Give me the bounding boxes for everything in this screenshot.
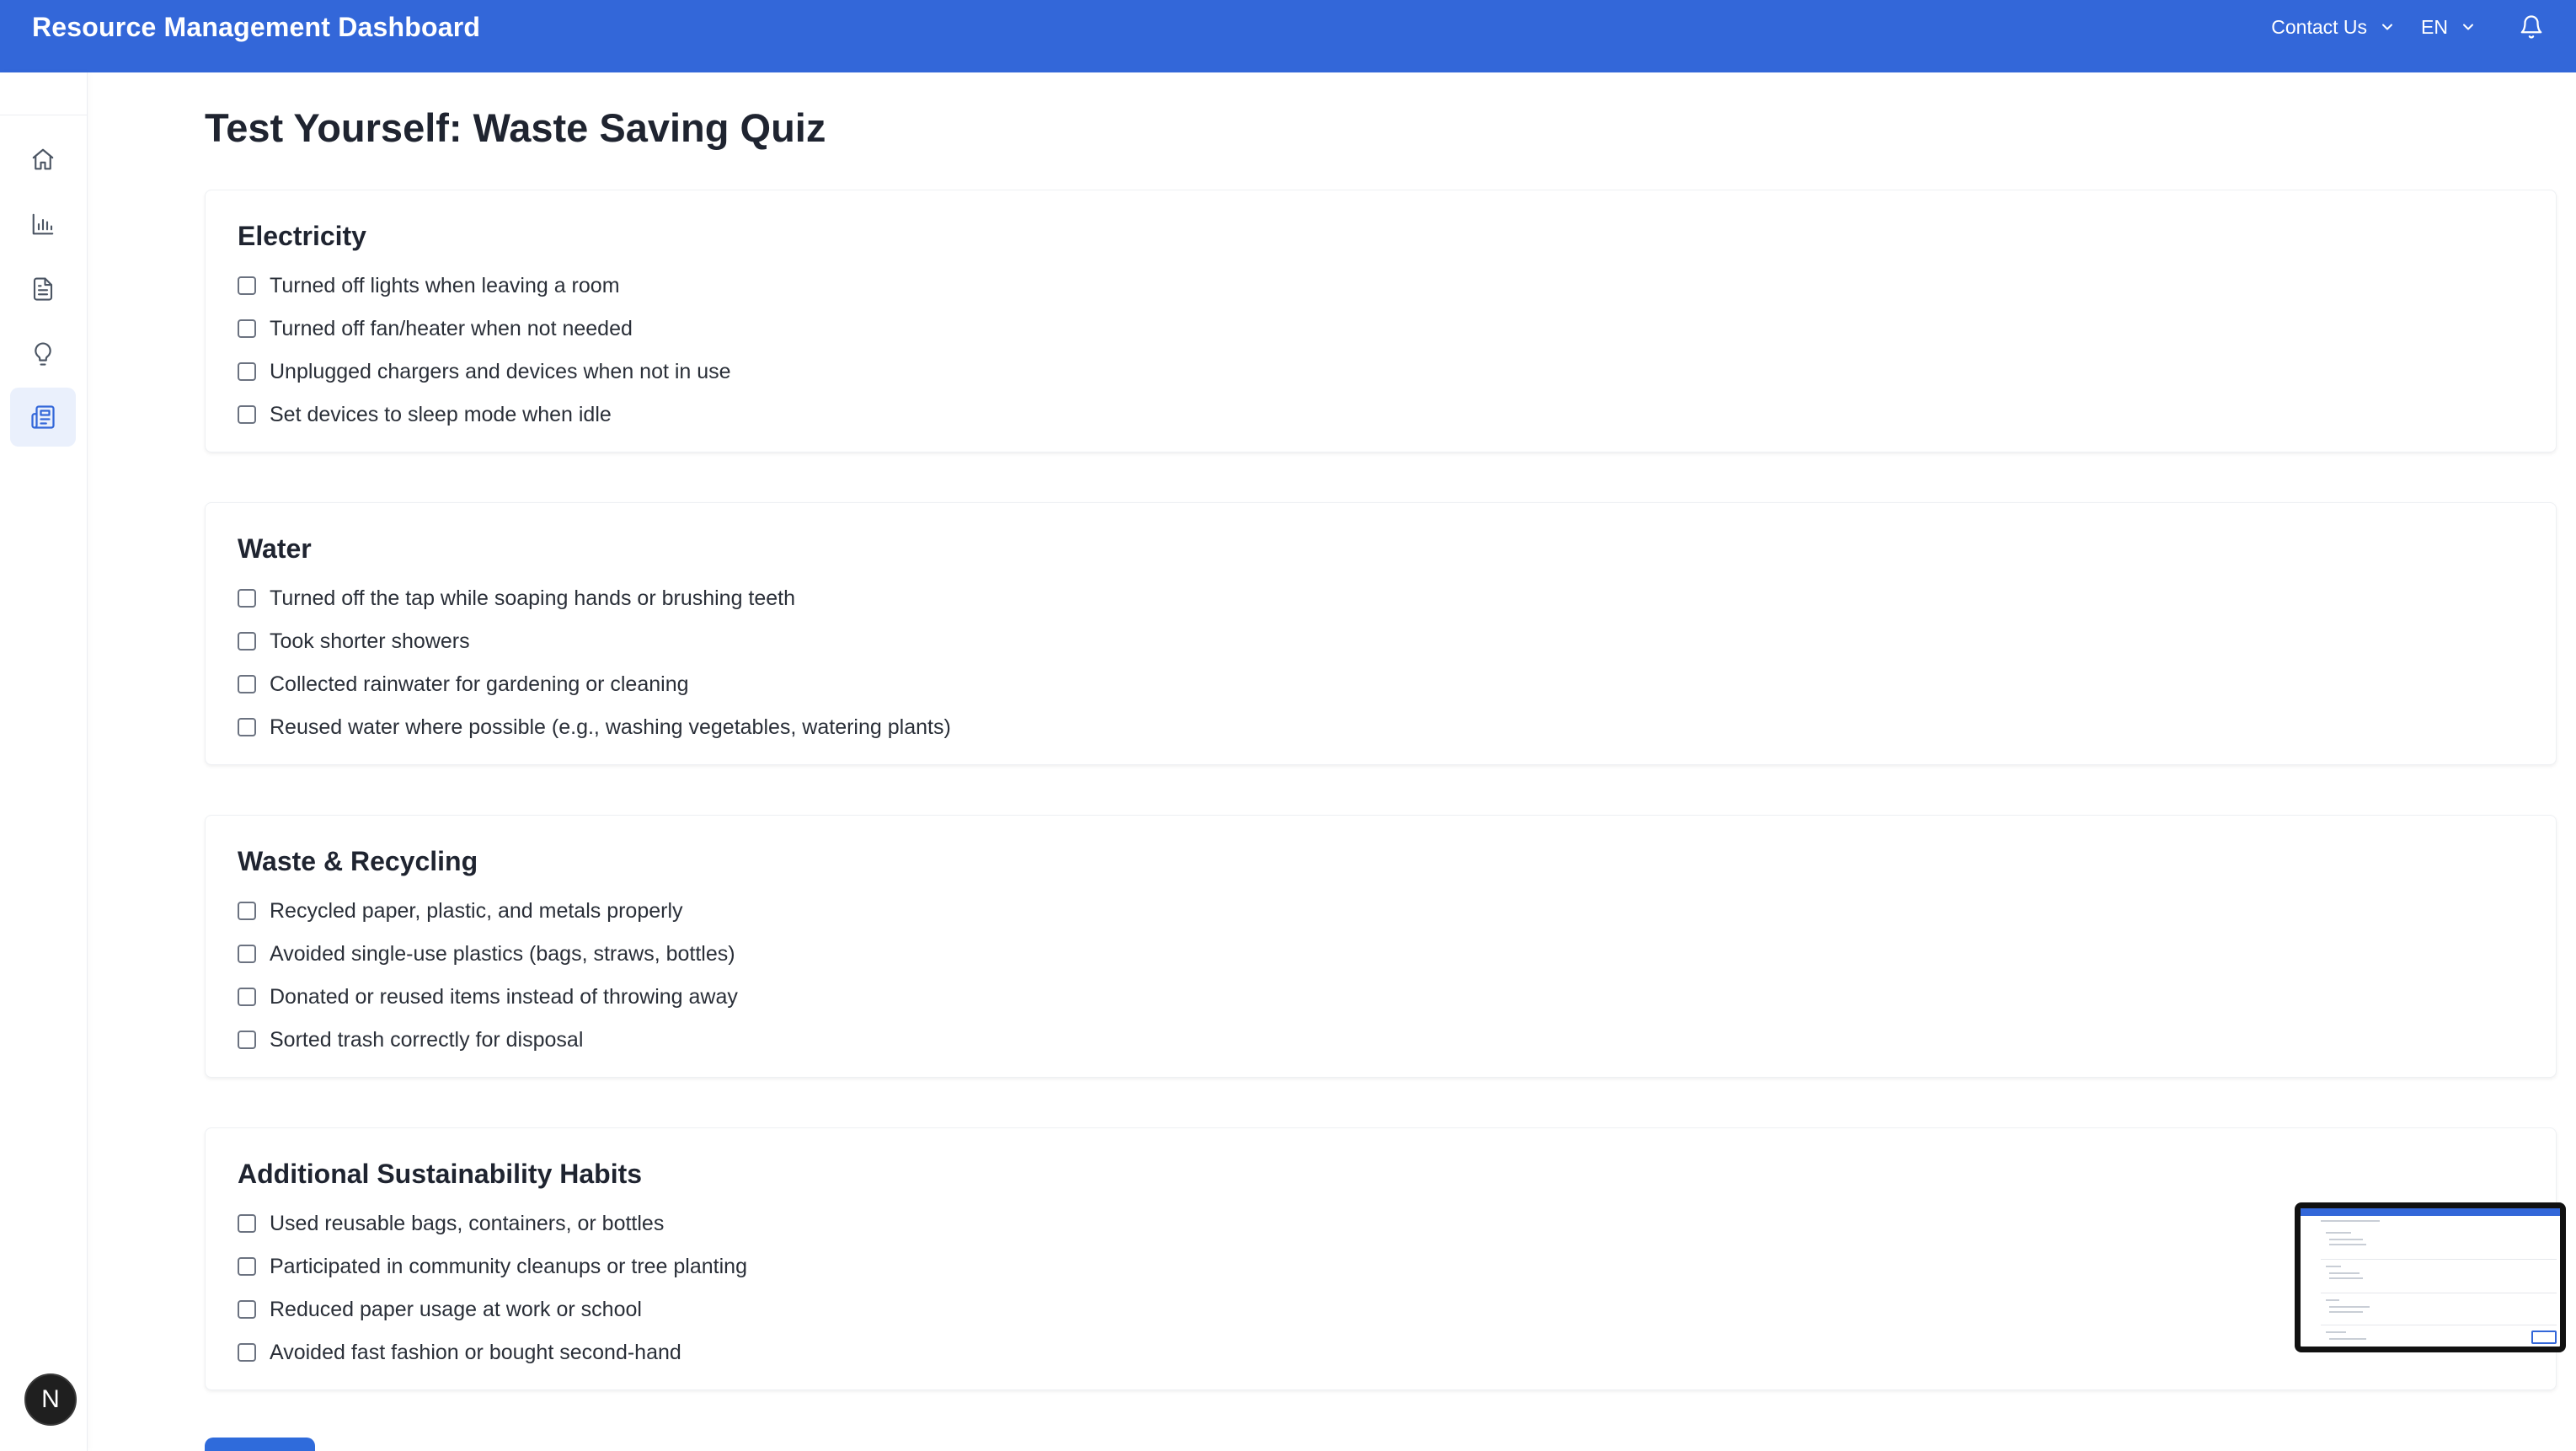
thumbnail-line — [2321, 1220, 2380, 1222]
thumbnail-line — [2326, 1232, 2351, 1234]
checkbox[interactable] — [238, 988, 256, 1006]
option-label: Participated in community cleanups or tr… — [270, 1254, 747, 1278]
page-title: Test Yourself: Waste Saving Quiz — [205, 105, 826, 150]
thumbnail-line — [2329, 1311, 2363, 1313]
quiz-option[interactable]: Took shorter showers — [238, 629, 470, 654]
quiz-section-card: Additional Sustainability Habits Used re… — [205, 1127, 2557, 1390]
bell-icon[interactable] — [2519, 14, 2544, 40]
quiz-section-card: Electricity Turned off lights when leavi… — [205, 190, 2557, 452]
checkbox[interactable] — [238, 1257, 256, 1276]
quiz-option[interactable]: Set devices to sleep mode when idle — [238, 402, 612, 427]
top-navbar: Resource Management Dashboard Contact Us… — [0, 0, 2576, 72]
checkbox[interactable] — [238, 405, 256, 424]
option-label: Unplugged chargers and devices when not … — [270, 359, 731, 383]
quiz-option[interactable]: Avoided fast fashion or bought second-ha… — [238, 1340, 681, 1365]
sidebar-item-quiz[interactable] — [10, 388, 76, 447]
checkbox[interactable] — [238, 902, 256, 920]
thumbnail-line — [2329, 1277, 2363, 1279]
option-label: Avoided single-use plastics (bags, straw… — [270, 941, 735, 966]
quiz-option[interactable]: Reduced paper usage at work or school — [238, 1297, 642, 1322]
checkbox[interactable] — [238, 1031, 256, 1049]
option-label: Sorted trash correctly for disposal — [270, 1027, 584, 1052]
quiz-option[interactable]: Unplugged chargers and devices when not … — [238, 359, 731, 384]
thumbnail-line — [2329, 1272, 2360, 1274]
section-heading: Waste & Recycling — [238, 846, 478, 876]
thumbnail-line — [2329, 1244, 2366, 1245]
quiz-option[interactable]: Reused water where possible (e.g., washi… — [238, 715, 951, 740]
thumbnail-line — [2329, 1306, 2370, 1308]
checkbox[interactable] — [238, 675, 256, 693]
option-label: Collected rainwater for gardening or cle… — [270, 672, 689, 696]
app-title: Resource Management Dashboard — [32, 12, 481, 42]
sidebar: N — [0, 72, 88, 1451]
option-label: Avoided fast fashion or bought second-ha… — [270, 1340, 681, 1364]
thumbnail-line — [2329, 1338, 2366, 1340]
checkbox[interactable] — [238, 319, 256, 338]
checkbox[interactable] — [238, 718, 256, 736]
document-icon — [33, 277, 53, 301]
checkbox[interactable] — [238, 589, 256, 608]
thumbnail-divider — [2321, 1259, 2557, 1260]
lightbulb-icon — [35, 342, 51, 366]
chevron-down-icon — [2463, 24, 2473, 30]
newspaper-icon — [31, 405, 55, 429]
section-heading: Additional Sustainability Habits — [238, 1159, 643, 1189]
checkbox[interactable] — [238, 276, 256, 295]
sidebar-item-home[interactable] — [10, 130, 76, 189]
language-label: EN — [2421, 15, 2448, 38]
quiz-option[interactable]: Avoided single-use plastics (bags, straw… — [238, 941, 735, 966]
sidebar-item-reports[interactable] — [10, 260, 76, 319]
sidebar-item-analytics[interactable] — [10, 195, 76, 254]
checkbox[interactable] — [238, 945, 256, 963]
quiz-option[interactable]: Recycled paper, plastic, and metals prop… — [238, 898, 683, 924]
quiz-section-card: Water Turned off the tap while soaping h… — [205, 502, 2557, 765]
thumbnail-line — [2326, 1331, 2346, 1333]
home-icon — [32, 148, 54, 170]
option-label: Turned off lights when leaving a room — [270, 273, 620, 297]
option-label: Recycled paper, plastic, and metals prop… — [270, 898, 683, 923]
bar-chart-icon — [32, 213, 54, 235]
option-label: Used reusable bags, containers, or bottl… — [270, 1211, 665, 1235]
topbar-actions: Contact Us EN — [2271, 12, 2544, 42]
option-label: Set devices to sleep mode when idle — [270, 402, 612, 426]
language-dropdown[interactable]: EN — [2421, 16, 2477, 39]
quiz-option[interactable]: Collected rainwater for gardening or cle… — [238, 672, 689, 697]
submit-button[interactable] — [205, 1438, 315, 1451]
quiz-option[interactable]: Turned off fan/heater when not needed — [238, 316, 633, 341]
quiz-option[interactable]: Participated in community cleanups or tr… — [238, 1254, 747, 1279]
quiz-option[interactable]: Turned off the tap while soaping hands o… — [238, 586, 795, 611]
section-heading: Water — [238, 533, 312, 564]
checkbox[interactable] — [238, 1343, 256, 1362]
thumbnail-header-bar — [2301, 1208, 2560, 1216]
contact-us-label: Contact Us — [2271, 15, 2368, 38]
quiz-option[interactable]: Donated or reused items instead of throw… — [238, 984, 738, 1009]
avatar[interactable]: N — [24, 1373, 77, 1426]
checkbox[interactable] — [238, 1214, 256, 1233]
option-label: Reused water where possible (e.g., washi… — [270, 715, 951, 739]
quiz-section-card: Waste & Recycling Recycled paper, plasti… — [205, 815, 2557, 1078]
checkbox[interactable] — [238, 1300, 256, 1319]
contact-us-dropdown[interactable]: Contact Us — [2271, 16, 2396, 39]
checkbox[interactable] — [238, 632, 256, 651]
quiz-option[interactable]: Sorted trash correctly for disposal — [238, 1027, 583, 1052]
screen-preview-thumbnail[interactable] — [2295, 1202, 2566, 1352]
thumbnail-button — [2531, 1331, 2557, 1344]
thumbnail-line — [2326, 1299, 2339, 1301]
chevron-down-icon — [2382, 24, 2393, 30]
sidebar-item-tips[interactable] — [10, 324, 76, 383]
option-label: Donated or reused items instead of throw… — [270, 984, 738, 1009]
thumbnail-line — [2329, 1239, 2363, 1240]
option-label: Turned off fan/heater when not needed — [270, 316, 633, 340]
option-label: Took shorter showers — [270, 629, 470, 653]
option-label: Turned off the tap while soaping hands o… — [270, 586, 796, 610]
section-heading: Electricity — [238, 221, 366, 251]
checkbox[interactable] — [238, 362, 256, 381]
quiz-option[interactable]: Used reusable bags, containers, or bottl… — [238, 1211, 664, 1236]
option-label: Reduced paper usage at work or school — [270, 1297, 642, 1321]
quiz-option[interactable]: Turned off lights when leaving a room — [238, 273, 620, 298]
thumbnail-line — [2326, 1266, 2341, 1267]
